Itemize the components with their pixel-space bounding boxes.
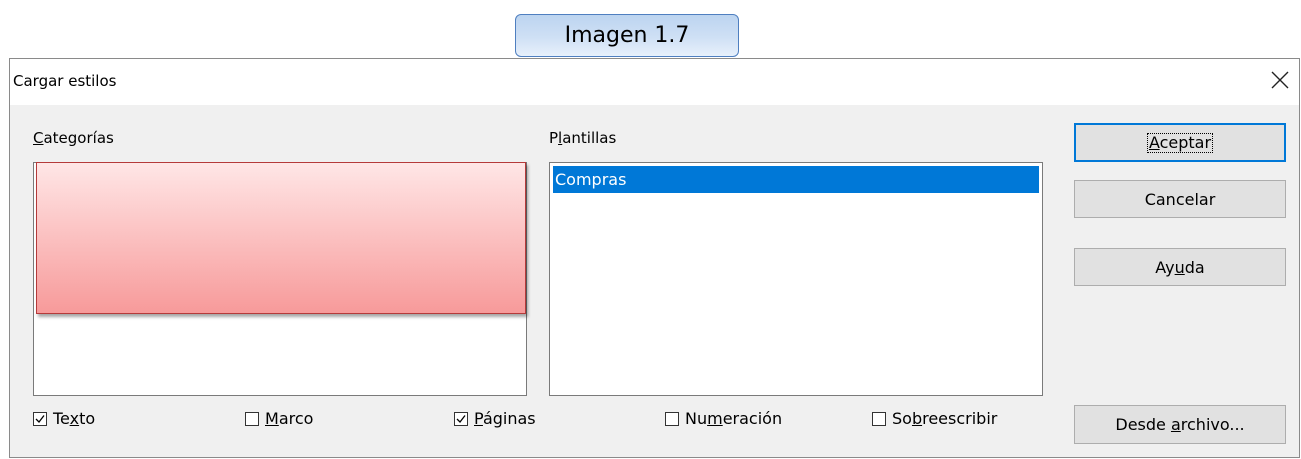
dialog-title: Cargar estilos bbox=[13, 72, 117, 90]
templates-listbox[interactable]: Compras bbox=[549, 162, 1043, 396]
highlight-overlay bbox=[36, 162, 526, 314]
help-button[interactable]: Ayuda bbox=[1074, 248, 1286, 286]
checkbox-unchecked-icon bbox=[872, 411, 886, 426]
checkbox-checked-icon bbox=[33, 411, 47, 426]
from-file-button[interactable]: Desde archivo... bbox=[1074, 405, 1286, 444]
pages-checkbox[interactable]: Páginas bbox=[454, 409, 536, 428]
text-checkbox[interactable]: Texto bbox=[33, 409, 95, 428]
close-button[interactable] bbox=[1267, 68, 1293, 94]
accept-button[interactable]: Aceptar bbox=[1074, 123, 1286, 162]
checkbox-unchecked-icon bbox=[665, 411, 679, 426]
categories-label: Categorías bbox=[33, 129, 114, 147]
image-caption-label: Imagen 1.7 bbox=[564, 23, 690, 48]
templates-label: Plantillas bbox=[549, 129, 617, 147]
numbering-checkbox[interactable]: Numeración bbox=[665, 409, 782, 428]
image-caption-callout: Imagen 1.7 bbox=[515, 14, 739, 57]
title-bar: Cargar estilos bbox=[10, 59, 1299, 105]
overwrite-checkbox[interactable]: Sobreescribir bbox=[872, 409, 997, 428]
list-item[interactable]: Compras bbox=[553, 166, 1039, 193]
checkbox-checked-icon bbox=[454, 411, 468, 426]
close-icon bbox=[1271, 66, 1289, 96]
checkbox-unchecked-icon bbox=[245, 411, 259, 426]
cancel-button[interactable]: Cancelar bbox=[1074, 180, 1286, 218]
frame-checkbox[interactable]: Marco bbox=[245, 409, 313, 428]
